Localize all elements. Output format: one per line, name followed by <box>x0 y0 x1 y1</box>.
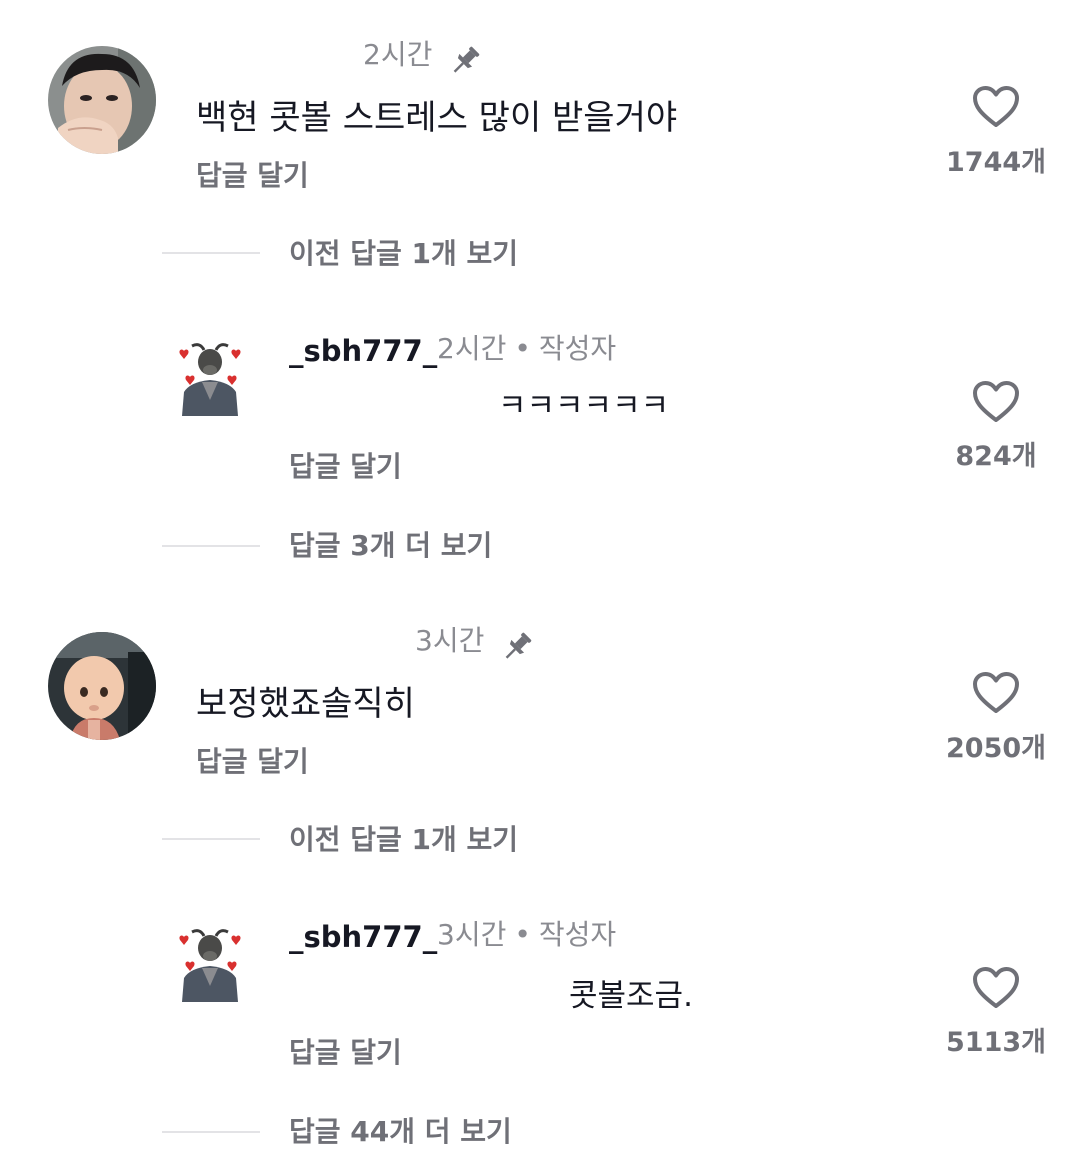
divider <box>162 838 260 840</box>
heart-outline-icon[interactable] <box>972 380 1020 424</box>
reply-button[interactable]: 답글 달기 <box>289 450 402 484</box>
like-count: 2050개 <box>946 733 1046 764</box>
view-previous-replies-button[interactable]: 이전 답글 1개 보기 <box>289 823 518 857</box>
reply-time: 3시간 <box>437 918 507 951</box>
heart-outline-icon[interactable] <box>972 671 1020 715</box>
reply-username[interactable]: _sbh777_ <box>289 920 437 954</box>
pin-icon <box>500 630 534 664</box>
separator-dot: • <box>514 332 531 365</box>
divider <box>162 1131 260 1133</box>
reply-meta: 3시간 • 작성자 <box>437 918 616 952</box>
reply-button[interactable]: 답글 달기 <box>289 1036 402 1070</box>
author-badge: 작성자 <box>538 332 617 365</box>
pin-icon <box>448 44 482 78</box>
like-count: 1744개 <box>946 147 1046 178</box>
reply-text: ㅋㅋㅋㅋㅋㅋ <box>498 388 670 424</box>
reply-username[interactable]: _sbh777_ <box>289 334 437 368</box>
comment-text: 보정했죠솔직히 <box>196 684 415 724</box>
reply-button[interactable]: 답글 달기 <box>196 745 309 779</box>
like-count: 5113개 <box>946 1027 1046 1058</box>
view-more-replies-button[interactable]: 답글 3개 더 보기 <box>289 529 492 563</box>
view-previous-replies-button[interactable]: 이전 답글 1개 보기 <box>289 237 518 271</box>
reply-avatar[interactable] <box>172 340 248 416</box>
view-more-replies-button[interactable]: 답글 44개 더 보기 <box>289 1115 512 1149</box>
commenter-avatar[interactable] <box>48 46 156 154</box>
reply-time: 2시간 <box>437 332 507 365</box>
reply-avatar[interactable] <box>172 926 248 1002</box>
comment-text: 백현 콧볼 스트레스 많이 받을거야 <box>196 98 678 138</box>
divider <box>162 545 260 547</box>
reply-meta: 2시간 • 작성자 <box>437 332 616 366</box>
like-count: 824개 <box>955 441 1037 472</box>
separator-dot: • <box>514 918 531 951</box>
divider <box>162 252 260 254</box>
heart-outline-icon[interactable] <box>972 966 1020 1010</box>
author-badge: 작성자 <box>538 918 617 951</box>
heart-outline-icon[interactable] <box>972 85 1020 129</box>
reply-text: 콧볼조금. <box>569 978 693 1014</box>
comment-time: 2시간 <box>363 38 433 71</box>
comment-time: 3시간 <box>415 624 485 657</box>
commenter-avatar[interactable] <box>48 632 156 740</box>
reply-button[interactable]: 답글 달기 <box>196 159 309 193</box>
